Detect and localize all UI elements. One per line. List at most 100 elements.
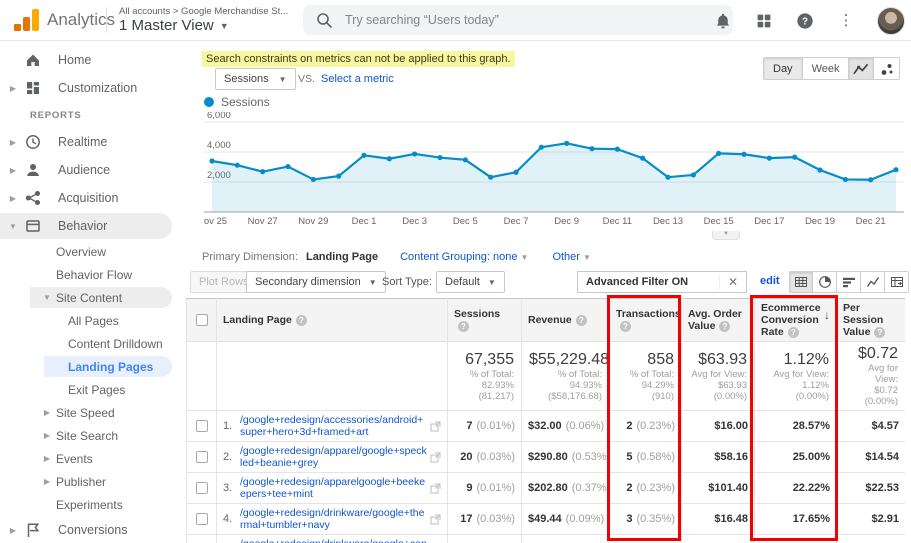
sidebar-item-label: Site Search bbox=[56, 429, 118, 443]
primary-dimension-value[interactable]: Landing Page bbox=[306, 251, 378, 263]
flag-icon bbox=[24, 521, 42, 539]
column-header-avg-order-value[interactable]: Avg. Order Value? bbox=[682, 299, 755, 342]
day-button[interactable]: Day bbox=[763, 57, 803, 80]
sidebar-item-all-pages[interactable]: All Pages bbox=[0, 309, 180, 332]
week-button[interactable]: Week bbox=[803, 57, 850, 80]
column-header-ecommerce-conversion-rate[interactable]: ↓Ecommerce Conversion Rate? bbox=[755, 299, 837, 342]
sidebar-section-label: REPORTS bbox=[0, 102, 180, 128]
account-switcher[interactable]: All accounts > Google Merchandise St... … bbox=[119, 6, 288, 34]
select-all-checkbox[interactable] bbox=[196, 314, 208, 326]
search-input[interactable] bbox=[345, 13, 721, 27]
header-icons: ? ⋮ bbox=[713, 0, 905, 41]
close-icon[interactable]: ✕ bbox=[719, 275, 746, 289]
percentage-icon[interactable] bbox=[813, 271, 837, 293]
sessions-line-chart[interactable]: 2,0004,0006,000Nov 25Nov 27Nov 29Dec 1De… bbox=[204, 112, 904, 230]
content-grouping-link[interactable]: Content Grouping: none▼ bbox=[400, 251, 528, 263]
sidebar-item-audience[interactable]: ▶Audience bbox=[0, 156, 180, 184]
row-checkbox[interactable] bbox=[196, 451, 208, 463]
line-chart-icon[interactable] bbox=[848, 57, 874, 80]
landing-page-link[interactable]: /google+redesign/accessories/android+sup… bbox=[240, 414, 427, 438]
sidebar-item-label: Realtime bbox=[58, 135, 107, 149]
help-icon[interactable]: ? bbox=[795, 11, 815, 31]
sidebar-item-label: Home bbox=[58, 53, 91, 67]
pivot-icon[interactable] bbox=[885, 271, 909, 293]
open-page-icon[interactable] bbox=[430, 452, 441, 463]
landing-page-link[interactable]: /google+redesign/drinkware/google+therma… bbox=[240, 507, 427, 531]
svg-text:6,000: 6,000 bbox=[207, 112, 231, 121]
edit-filter-link[interactable]: edit bbox=[760, 275, 780, 287]
sidebar-item-conversions[interactable]: ▶Conversions bbox=[0, 516, 180, 543]
motion-chart-icon[interactable] bbox=[874, 57, 900, 80]
sidebar-item-content-drilldown[interactable]: Content Drilldown bbox=[0, 332, 180, 355]
landing-page-link[interactable]: /google+redesign/apparel/google+speckled… bbox=[240, 445, 427, 469]
sidebar-item-customization[interactable]: ▶Customization bbox=[0, 74, 180, 102]
summary-sessions: 67,355% of Total:82.93% (81,217) bbox=[448, 342, 522, 411]
help-icon[interactable]: ? bbox=[620, 321, 631, 332]
row-checkbox[interactable] bbox=[196, 420, 208, 432]
help-icon[interactable]: ? bbox=[874, 327, 885, 338]
analytics-logo-icon[interactable] bbox=[14, 9, 39, 31]
comparison-icon[interactable] bbox=[861, 271, 885, 293]
sidebar-item-site-content[interactable]: ▼Site Content bbox=[0, 286, 180, 309]
column-header-sessions[interactable]: Sessions? bbox=[448, 299, 522, 342]
data-table-icon[interactable] bbox=[789, 271, 813, 293]
sidebar-item-site-search[interactable]: ▶Site Search bbox=[0, 424, 180, 447]
help-icon[interactable]: ? bbox=[719, 321, 730, 332]
top-bar: Analytics All accounts > Google Merchand… bbox=[0, 0, 911, 41]
landing-page-link[interactable]: /google+redesign/apparelgoogle+beekeeper… bbox=[240, 476, 427, 500]
other-dimension-link[interactable]: Other▼ bbox=[552, 251, 590, 263]
sidebar-item-exit-pages[interactable]: Exit Pages bbox=[0, 378, 180, 401]
analytics-app: Analytics All accounts > Google Merchand… bbox=[0, 0, 911, 543]
select-metric-link[interactable]: Select a metric bbox=[321, 73, 394, 85]
row-checkbox[interactable] bbox=[196, 482, 208, 494]
bell-icon[interactable] bbox=[713, 11, 733, 31]
advanced-filter-chip[interactable]: Advanced Filter ON ✕ bbox=[577, 271, 747, 293]
report-table: Landing Page?Sessions?Revenue?Transactio… bbox=[186, 298, 905, 543]
sidebar-item-experiments[interactable]: Experiments bbox=[0, 493, 180, 516]
apps-grid-icon[interactable] bbox=[754, 11, 774, 31]
help-icon[interactable]: ? bbox=[296, 315, 307, 326]
chart-type-toggles bbox=[848, 57, 900, 80]
svg-text:Nov 27: Nov 27 bbox=[248, 216, 278, 227]
sidebar-item-behavior-flow[interactable]: Behavior Flow bbox=[0, 263, 180, 286]
metric-dropdown[interactable]: Sessions▼ bbox=[215, 68, 296, 90]
sidebar-item-site-speed[interactable]: ▶Site Speed bbox=[0, 401, 180, 424]
sidebar-item-realtime[interactable]: ▶Realtime bbox=[0, 128, 180, 156]
open-page-icon[interactable] bbox=[430, 421, 441, 432]
help-icon[interactable]: ? bbox=[788, 327, 799, 338]
more-vertical-icon[interactable]: ⋮ bbox=[836, 11, 856, 31]
sidebar-item-landing-pages[interactable]: Landing Pages bbox=[0, 355, 180, 378]
sidebar-item-behavior[interactable]: ▼Behavior bbox=[0, 212, 180, 240]
sidebar-nav: Home ▶CustomizationREPORTS▶Realtime▶Audie… bbox=[0, 41, 180, 543]
row-checkbox[interactable] bbox=[196, 513, 208, 525]
avatar[interactable] bbox=[877, 7, 905, 35]
sidebar-item-label: Overview bbox=[56, 245, 106, 259]
performance-icon[interactable] bbox=[837, 271, 861, 293]
open-page-icon[interactable] bbox=[430, 514, 441, 525]
secondary-dimension-dropdown[interactable]: Secondary dimension▼ bbox=[246, 271, 386, 293]
sidebar-item-publisher[interactable]: ▶Publisher bbox=[0, 470, 180, 493]
svg-text:4,000: 4,000 bbox=[207, 140, 231, 151]
table-controls: Plot Rows Secondary dimension▼ Sort Type… bbox=[180, 270, 911, 298]
sidebar-item-acquisition[interactable]: ▶Acquisition bbox=[0, 184, 180, 212]
svg-text:?: ? bbox=[802, 16, 808, 27]
search-icon bbox=[315, 11, 333, 29]
sidebar-item-events[interactable]: ▶Events bbox=[0, 447, 180, 470]
column-header-transactions[interactable]: Transactions? bbox=[610, 299, 682, 342]
help-icon[interactable]: ? bbox=[576, 315, 587, 326]
chart-collapse-tab[interactable]: ▼ bbox=[712, 231, 740, 240]
help-icon[interactable]: ? bbox=[458, 321, 469, 332]
sidebar-item-home[interactable]: Home bbox=[0, 46, 180, 74]
landing-page-link[interactable]: /google+redesign/drinkware/google+cantee… bbox=[240, 538, 427, 543]
sidebar-item-label: Audience bbox=[58, 163, 110, 177]
open-page-icon[interactable] bbox=[430, 483, 441, 494]
search-bar[interactable] bbox=[303, 5, 733, 35]
column-header-revenue[interactable]: Revenue? bbox=[522, 299, 610, 342]
sidebar-item-overview[interactable]: Overview bbox=[0, 240, 180, 263]
sidebar-item-label: All Pages bbox=[68, 314, 119, 328]
vs-label: vs. bbox=[298, 73, 315, 85]
column-header-per-session-value[interactable]: Per Session Value? bbox=[837, 299, 906, 342]
column-header-landing-page[interactable]: Landing Page? bbox=[217, 299, 448, 342]
sort-type-dropdown[interactable]: Default▼ bbox=[436, 271, 505, 293]
sessions-cell: 22(0.03%) bbox=[448, 535, 522, 543]
